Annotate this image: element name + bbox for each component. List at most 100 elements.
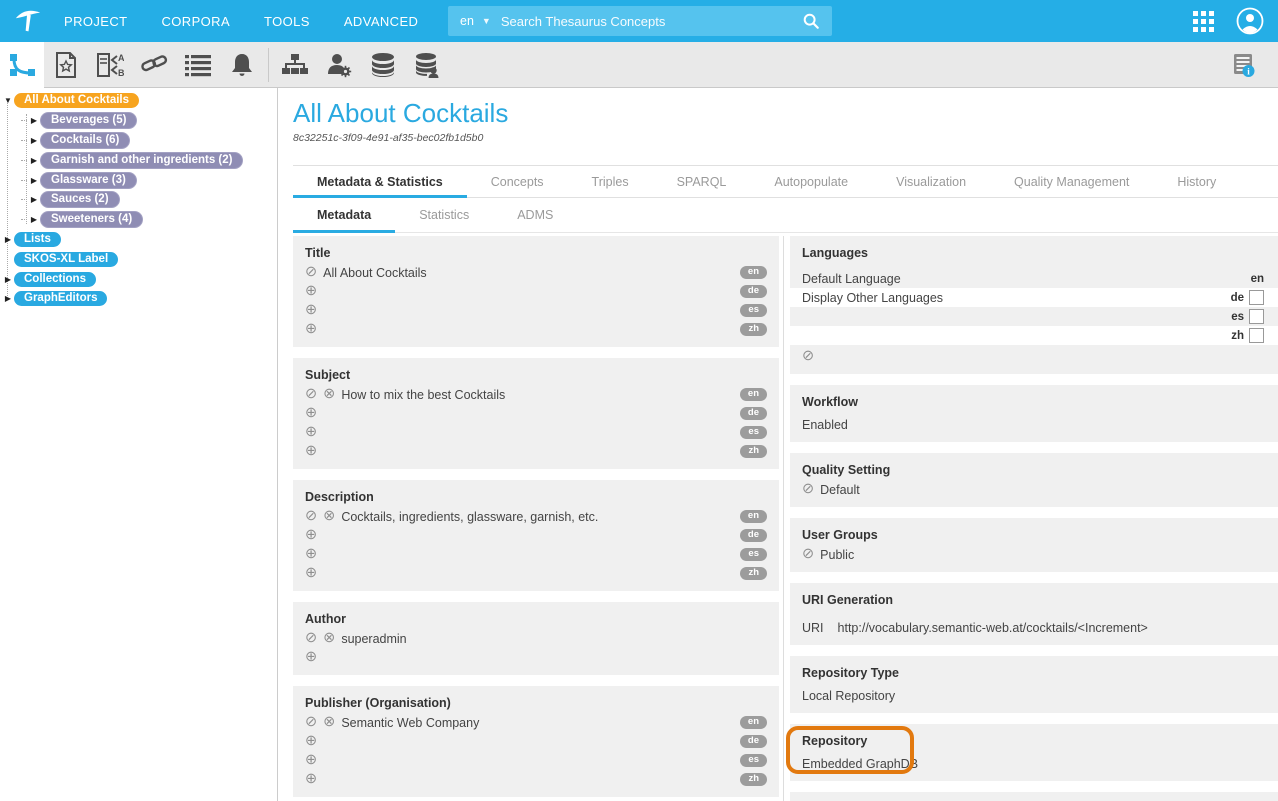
list-button[interactable] [176, 42, 220, 88]
description-row-es: ⊕ es [305, 545, 767, 564]
tree-expander-icon[interactable]: ▶ [28, 156, 40, 165]
description-section: Description ⊘ ⊗ Cocktails, ingredients, … [293, 480, 779, 591]
tree-expander-icon[interactable]: ▶ [28, 116, 40, 125]
search-input[interactable] [501, 14, 790, 29]
add-icon[interactable]: ⊕ [305, 547, 317, 562]
edit-icon[interactable]: ⊘ [305, 631, 317, 646]
edit-icon[interactable]: ⊘ [305, 509, 317, 524]
tree-expander-icon[interactable]: ▶ [28, 215, 40, 224]
add-icon[interactable]: ⊕ [305, 303, 317, 318]
tab-sparql[interactable]: SPARQL [653, 166, 751, 197]
add-icon[interactable]: ⊕ [305, 322, 317, 337]
tab-visualization[interactable]: Visualization [872, 166, 990, 197]
lang-badge-de: de [740, 285, 767, 298]
nav-advanced[interactable]: ADVANCED [344, 14, 418, 29]
tree-expander-icon[interactable]: ▶ [2, 235, 14, 244]
subtab-adms[interactable]: ADMS [493, 198, 577, 232]
lang-checkbox-es[interactable] [1249, 309, 1264, 324]
concept-tree-button[interactable] [0, 42, 44, 88]
add-icon[interactable]: ⊕ [305, 528, 317, 543]
notifications-button[interactable] [220, 42, 264, 88]
tree-item-glassware[interactable]: Glassware (3) [40, 172, 137, 189]
user-settings-icon [326, 52, 352, 78]
sitemap-icon [282, 53, 308, 77]
document-star-button[interactable] [44, 42, 88, 88]
add-icon[interactable]: ⊕ [305, 406, 317, 421]
title-row-en: ⊘ All About Cocktails en [305, 263, 767, 282]
tree-item-cocktails[interactable]: Cocktails (6) [40, 132, 130, 149]
tree-item-sauces[interactable]: Sauces (2) [40, 191, 120, 208]
author-row: ⊘ ⊗ superadmin [305, 629, 767, 648]
repository-type-section: Repository Type Local Repository [790, 656, 1278, 713]
tree-item-collections[interactable]: Collections [14, 272, 96, 287]
publisher-row-zh: ⊕ zh [305, 770, 767, 789]
edit-icon[interactable]: ⊘ [305, 715, 317, 730]
add-icon[interactable]: ⊕ [305, 753, 317, 768]
user-avatar-icon[interactable] [1236, 7, 1264, 35]
link-button[interactable] [132, 42, 176, 88]
tree-expander-icon[interactable]: ▶ [2, 275, 14, 284]
user-settings-button[interactable] [317, 42, 361, 88]
add-icon[interactable]: ⊕ [305, 772, 317, 787]
tree-item-lists[interactable]: Lists [14, 232, 61, 247]
tab-quality-management[interactable]: Quality Management [990, 166, 1153, 197]
top-nav: PROJECT CORPORA TOOLS ADVANCED [64, 14, 418, 29]
search-language-select[interactable]: en [448, 14, 482, 28]
server-user-button[interactable] [405, 42, 449, 88]
edit-icon[interactable]: ⊘ [305, 387, 317, 402]
nav-project[interactable]: PROJECT [64, 14, 127, 29]
tree-item-beverages[interactable]: Beverages (5) [40, 112, 137, 129]
sitemap-button[interactable] [273, 42, 317, 88]
tree-item-garnish[interactable]: Garnish and other ingredients (2) [40, 152, 243, 169]
tree-row: ▶ Lists [0, 230, 277, 250]
quality-value: Default [820, 483, 860, 497]
add-icon[interactable]: ⊕ [305, 284, 317, 299]
tab-concepts[interactable]: Concepts [467, 166, 568, 197]
add-icon[interactable]: ⊕ [305, 444, 317, 459]
remove-icon[interactable]: ⊗ [323, 387, 335, 402]
search-button[interactable] [790, 12, 832, 30]
info-panel-button[interactable]: i [1222, 42, 1266, 88]
repository-type-value: Local Repository [802, 689, 895, 703]
add-icon[interactable]: ⊕ [305, 734, 317, 749]
tree-expander-icon[interactable]: ▶ [28, 176, 40, 185]
toolbar: A B [0, 42, 1278, 88]
nav-corpora[interactable]: CORPORA [161, 14, 230, 29]
translate-document-button[interactable]: A B [88, 42, 132, 88]
add-icon[interactable]: ⊕ [305, 650, 317, 665]
tree-item-skos-xl-label[interactable]: SKOS-XL Label [14, 252, 118, 267]
edit-icon[interactable]: ⊘ [802, 547, 814, 562]
subtab-metadata[interactable]: Metadata [293, 198, 395, 232]
tree-expander-icon[interactable]: ▶ [28, 136, 40, 145]
lang-checkbox-zh[interactable] [1249, 328, 1264, 343]
nav-tools[interactable]: TOOLS [264, 14, 310, 29]
edit-icon[interactable]: ⊘ [802, 482, 814, 497]
remove-icon[interactable]: ⊗ [323, 631, 335, 646]
poolparty-logo[interactable] [0, 6, 56, 36]
lang-badge-en: en [740, 510, 767, 523]
apps-grid-icon[interactable] [1193, 11, 1214, 32]
remove-icon[interactable]: ⊗ [323, 509, 335, 524]
chevron-down-icon[interactable]: ▼ [482, 16, 501, 26]
add-icon[interactable]: ⊕ [305, 566, 317, 581]
tab-metadata-statistics[interactable]: Metadata & Statistics [293, 166, 467, 197]
remove-icon[interactable]: ⊗ [323, 715, 335, 730]
tree-expander-icon[interactable]: ▼ [2, 96, 14, 105]
subtab-statistics[interactable]: Statistics [395, 198, 493, 232]
lang-checkbox-de[interactable] [1249, 290, 1264, 305]
edit-icon[interactable]: ⊘ [305, 265, 317, 280]
project-uuid: 8c32251c-3f09-4e91-af35-bec02fb1d5b0 [293, 132, 1278, 144]
tab-history[interactable]: History [1153, 166, 1240, 197]
add-icon[interactable]: ⊕ [305, 425, 317, 440]
tree-item-sweeteners[interactable]: Sweeteners (4) [40, 211, 143, 228]
tab-autopopulate[interactable]: Autopopulate [750, 166, 872, 197]
tree-item-project-root[interactable]: All About Cocktails [14, 93, 139, 108]
tree-item-grapheditors[interactable]: GraphEditors [14, 291, 107, 306]
tree-expander-icon[interactable]: ▶ [2, 294, 14, 303]
tree-expander-icon[interactable]: ▶ [28, 195, 40, 204]
edit-icon[interactable]: ⊘ [802, 349, 814, 364]
section-header: Languages [802, 243, 1266, 263]
database-button[interactable] [361, 42, 405, 88]
main-tabbar: Metadata & Statistics Concepts Triples S… [293, 165, 1278, 198]
tab-triples[interactable]: Triples [568, 166, 653, 197]
